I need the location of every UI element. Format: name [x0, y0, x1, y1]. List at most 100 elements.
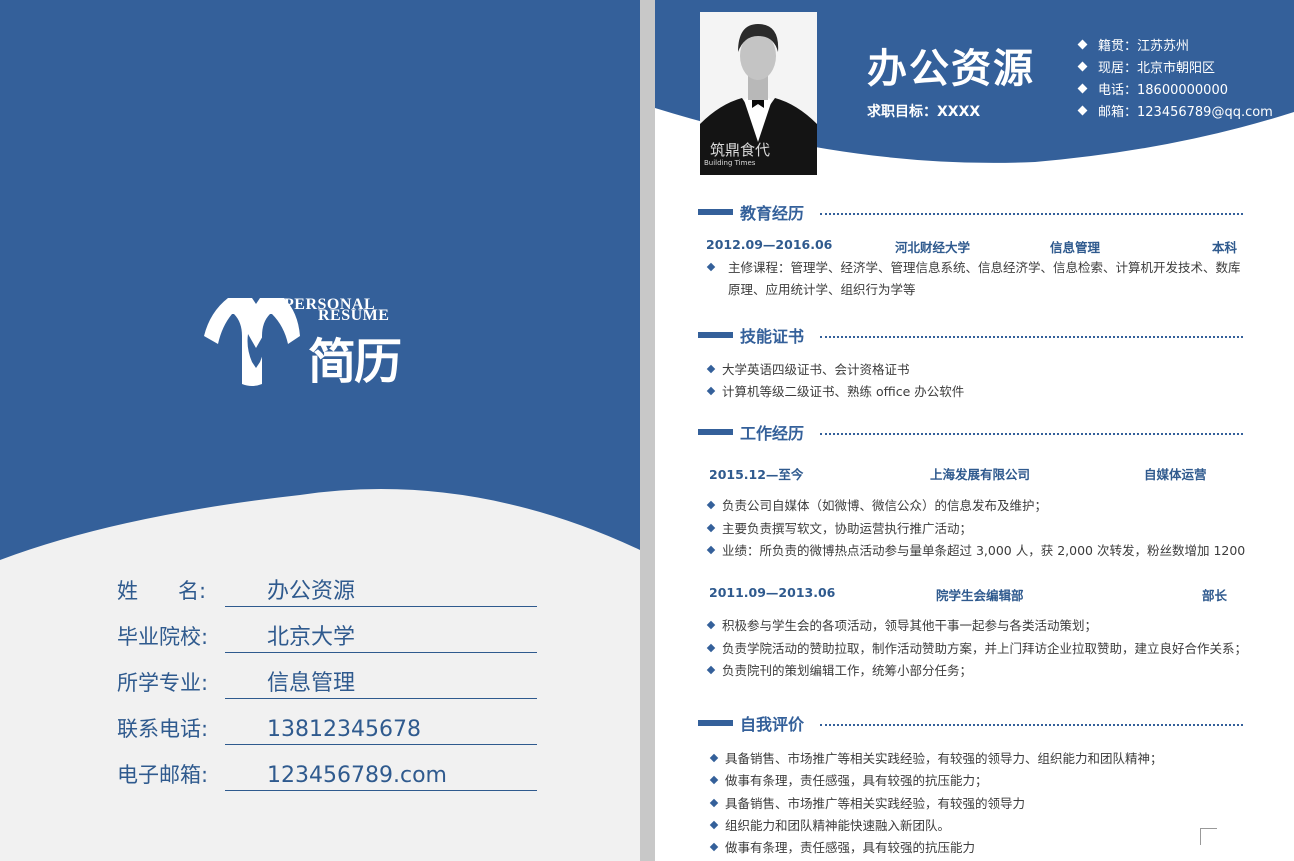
- job-org: 上海发展有限公司: [930, 467, 1031, 482]
- profile-photo[interactable]: 筑鼎食代 Building Times: [700, 12, 817, 175]
- contact-item: 现居：北京市朝阳区: [1077, 58, 1273, 80]
- section-bar: [698, 720, 733, 726]
- diamond-bullet-icon: [1077, 105, 1088, 116]
- list-item: 业绩：所负责的微博热点活动参与量单条超过 3,000 人，获 2,000 次转发…: [706, 540, 1246, 559]
- resume-logo: PERSONAL RESUME 简历: [200, 292, 440, 392]
- diamond-bullet-icon: [706, 523, 716, 532]
- edu-school: 河北财经大学: [895, 240, 971, 255]
- diamond-bullet-icon: [706, 665, 716, 674]
- list-item: 做事有条理，责任感强，具有较强的抗压能力；: [709, 770, 988, 789]
- job-period: 2011.09—2013.06: [709, 585, 836, 600]
- section-divider: [820, 433, 1243, 435]
- section-bar: [698, 429, 733, 435]
- list-item: 主要负责撰写软文，协助运营执行推广活动；: [706, 518, 973, 537]
- edu-period: 2012.09—2016.06: [706, 237, 833, 252]
- section-title: 工作经历: [740, 424, 805, 443]
- section-header-work: 工作经历: [698, 422, 1243, 443]
- job-period: 2015.12—至今: [709, 467, 804, 482]
- job-role: 自媒体运营: [1144, 467, 1207, 482]
- item-text: 具备销售、市场推广等相关实践经验，有较强的领导力、组织能力和团队精神；: [725, 751, 1163, 766]
- job-org: 院学生会编辑部: [936, 588, 1024, 603]
- photo-watermark-sub: Building Times: [704, 159, 756, 167]
- edu-major: 信息管理: [1050, 240, 1101, 255]
- job-role: 部长: [1202, 588, 1228, 603]
- field-label: 联系电话:: [117, 717, 209, 741]
- item-text: 主要负责撰写软文，协助运营执行推广活动；: [722, 521, 973, 536]
- cover-field-school: 毕业院校: 北京大学: [117, 611, 557, 653]
- field-value[interactable]: 办公资源: [225, 578, 537, 607]
- list-item: 负责公司自媒体（如微博、微信公众）的信息发布及维护；: [706, 495, 1048, 514]
- list-item: 积极参与学生会的各项活动，领导其他干事一起参与各类活动策划；: [706, 615, 1098, 634]
- cover-page: PERSONAL RESUME 简历 姓 名: 办公资源 毕业院校: 北京大学 …: [0, 0, 640, 861]
- list-item: 具备销售、市场推广等相关实践经验，有较强的领导力: [709, 793, 1026, 812]
- section-title: 教育经历: [740, 204, 805, 223]
- item-text: 具备销售、市场推广等相关实践经验，有较强的领导力: [725, 796, 1026, 811]
- section-header-self-eval: 自我评价: [698, 713, 1243, 734]
- edu-courses: 主修课程：管理学、经济学、管理信息系统、信息经济学、信息检索、计算机开发技术、数…: [706, 257, 1243, 301]
- diamond-bullet-icon: [706, 545, 716, 554]
- diamond-bullet-icon: [709, 753, 719, 762]
- diamond-bullet-icon: [706, 386, 716, 395]
- diamond-bullet-icon: [1077, 83, 1088, 94]
- section-bar: [698, 332, 733, 338]
- cover-field-major: 所学专业: 信息管理: [117, 657, 557, 699]
- section-divider: [820, 724, 1243, 726]
- cover-wave-background: [0, 0, 640, 560]
- contact-text: 电话：18600000000: [1098, 83, 1228, 98]
- item-text: 大学英语四级证书、会计资格证书: [722, 362, 910, 377]
- section-header-skills: 技能证书: [698, 325, 1243, 346]
- item-text: 组织能力和团队精神能快速融入新团队。: [725, 818, 951, 833]
- contact-text: 邮箱：123456789@qq.com: [1098, 105, 1273, 120]
- cover-field-name: 姓 名: 办公资源: [117, 565, 557, 607]
- contact-item: 邮箱：123456789@qq.com: [1077, 102, 1273, 124]
- field-value[interactable]: 信息管理: [225, 670, 537, 699]
- list-item: 做事有条理，责任感强，具有较强的抗压能力: [709, 837, 976, 856]
- resume-page: 筑鼎食代 Building Times 办公资源 求职目标：XXXX 籍贯：江苏…: [655, 0, 1294, 861]
- field-value[interactable]: 123456789.com: [225, 762, 537, 791]
- edu-degree: 本科: [1212, 240, 1238, 255]
- diamond-bullet-icon: [709, 798, 719, 807]
- contact-item: 籍贯：江苏苏州: [1077, 36, 1273, 58]
- item-text: 做事有条理，责任感强，具有较强的抗压能力: [725, 840, 976, 855]
- cover-field-phone: 联系电话: 13812345678: [117, 703, 557, 745]
- page-gutter: [640, 0, 655, 861]
- field-value[interactable]: 13812345678: [225, 716, 537, 745]
- resume-name: 办公资源: [867, 46, 1035, 92]
- page-corner-mark: [1200, 828, 1217, 845]
- diamond-bullet-icon: [706, 643, 716, 652]
- item-text: 积极参与学生会的各项活动，领导其他干事一起参与各类活动策划；: [722, 618, 1098, 633]
- item-text: 负责公司自媒体（如微博、微信公众）的信息发布及维护；: [722, 498, 1048, 513]
- item-text: 计算机等级二级证书、熟练 office 办公软件: [722, 384, 965, 399]
- item-text: 做事有条理，责任感强，具有较强的抗压能力；: [725, 773, 988, 788]
- list-item: 计算机等级二级证书、熟练 office 办公软件: [706, 381, 965, 400]
- field-label: 所学专业:: [117, 671, 209, 695]
- diamond-bullet-icon: [709, 820, 719, 829]
- list-item: 组织能力和团队精神能快速融入新团队。: [709, 815, 951, 834]
- section-title: 技能证书: [740, 327, 805, 346]
- field-value[interactable]: 北京大学: [225, 624, 537, 653]
- diamond-bullet-icon: [706, 262, 716, 271]
- contact-info: 籍贯：江苏苏州 现居：北京市朝阳区 电话：18600000000 邮箱：1234…: [1077, 36, 1273, 124]
- item-text: 业绩：所负责的微博热点活动参与量单条超过 3,000 人，获 2,000 次转发…: [722, 543, 1246, 558]
- diamond-bullet-icon: [1077, 61, 1088, 72]
- field-label: 毕业院校:: [117, 625, 209, 649]
- field-label: 电子邮箱:: [117, 763, 209, 787]
- section-divider: [820, 336, 1243, 338]
- section-title: 自我评价: [740, 715, 805, 734]
- diamond-bullet-icon: [706, 620, 716, 629]
- section-divider: [820, 213, 1243, 215]
- contact-item: 电话：18600000000: [1077, 80, 1273, 102]
- list-item: 负责院刊的策划编辑工作，统筹小部分任务；: [706, 660, 972, 679]
- contact-text: 现居：北京市朝阳区: [1098, 61, 1216, 76]
- list-item: 具备销售、市场推广等相关实践经验，有较强的领导力、组织能力和团队精神；: [709, 748, 1163, 767]
- diamond-bullet-icon: [709, 775, 719, 784]
- cover-field-email: 电子邮箱: 123456789.com: [117, 749, 557, 791]
- courses-text: 主修课程：管理学、经济学、管理信息系统、信息经济学、信息检索、计算机开发技术、数…: [728, 260, 1241, 297]
- job-objective: 求职目标：XXXX: [867, 104, 981, 120]
- contact-text: 籍贯：江苏苏州: [1098, 39, 1190, 54]
- section-bar: [698, 209, 733, 215]
- list-item: 大学英语四级证书、会计资格证书: [706, 359, 910, 378]
- diamond-bullet-icon: [709, 842, 719, 851]
- logo-chinese-text: 简历: [308, 334, 402, 390]
- section-header-education: 教育经历: [698, 202, 1243, 223]
